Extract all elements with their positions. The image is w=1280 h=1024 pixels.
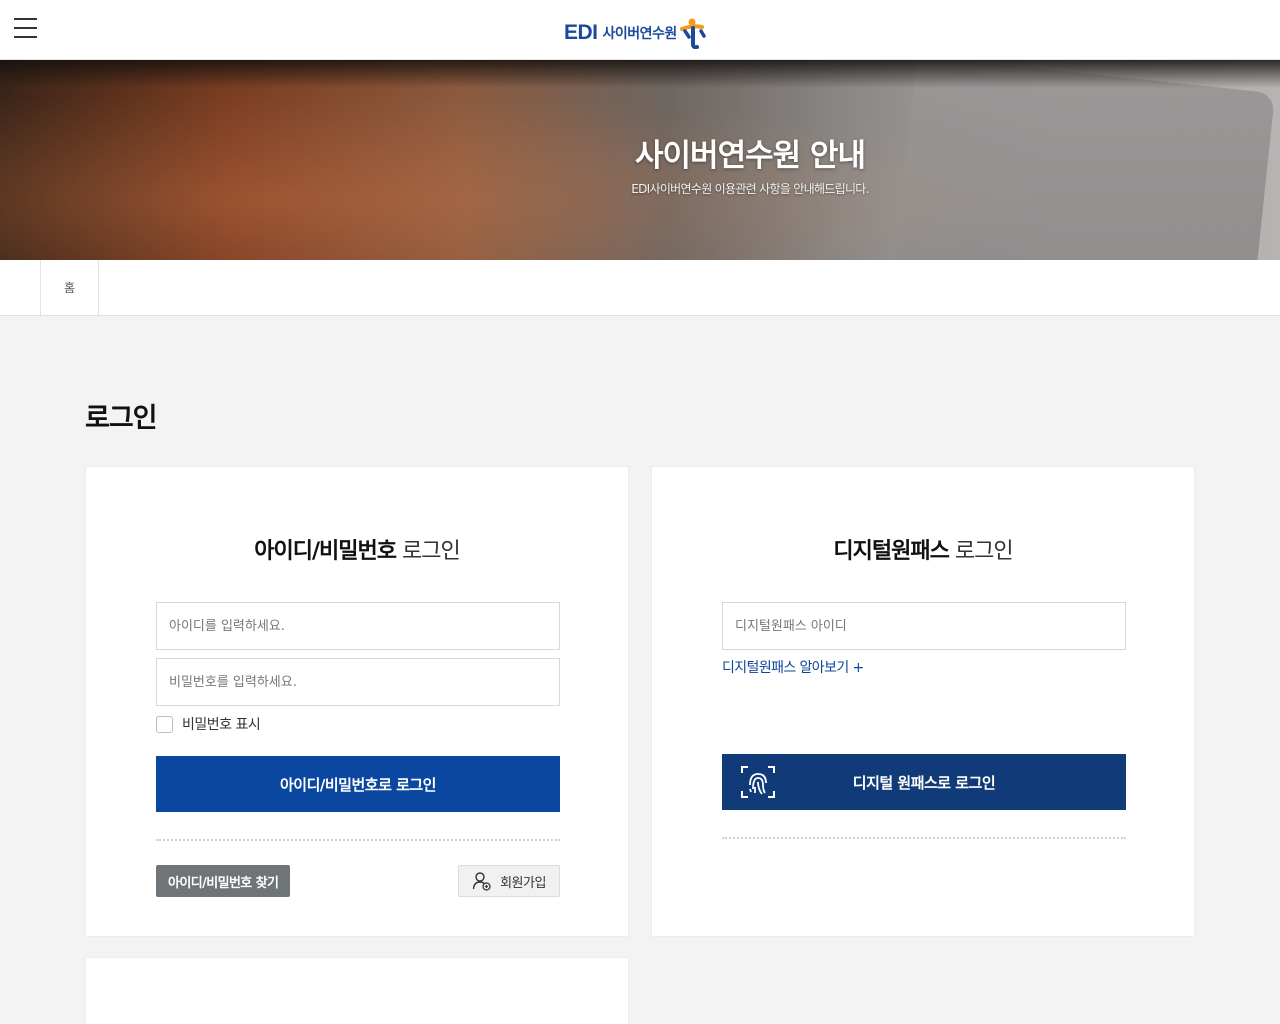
join-button[interactable]: 회원가입	[458, 865, 560, 897]
id-login-button[interactable]: 아이디/비밀번호로 로그인	[156, 756, 560, 812]
hero-banner: 사이버연수원 안내 EDI사이버연수원 이용관련 사항을 안내해드립니다.	[0, 60, 1280, 260]
onepass-title-light: 로그인	[948, 539, 1014, 564]
onepass-login-card: 디지털원패스 로그인 디지털원패스 알아보기 + 디지털 원패스로 로그인	[651, 466, 1195, 937]
onepass-login-button[interactable]: 디지털 원패스로 로그인	[722, 754, 1126, 810]
breadcrumb-home[interactable]: 홈	[40, 260, 99, 315]
site-logo[interactable]: EDI 사이버연수원	[564, 16, 708, 50]
divider	[156, 839, 560, 841]
page-title: 로그인	[85, 403, 158, 434]
banner-photo-keyboard	[0, 60, 1280, 88]
id-login-title: 아이디/비밀번호 로그인	[86, 533, 628, 565]
banner-subtitle: EDI사이버연수원 이용관련 사항을 안내해드립니다.	[631, 182, 869, 196]
id-input[interactable]	[156, 602, 560, 650]
onepass-login-button-label: 디지털 원패스로 로그인	[852, 773, 996, 792]
join-button-label: 회원가입	[500, 875, 546, 891]
id-login-title-bold: 아이디/비밀번호	[254, 539, 397, 564]
show-password-label[interactable]: 비밀번호 표시	[182, 714, 261, 734]
show-password-checkbox[interactable]	[156, 715, 173, 733]
fingerprint-icon	[741, 766, 775, 798]
onepass-id-input[interactable]	[722, 602, 1126, 650]
hamburger-icon[interactable]	[14, 18, 38, 40]
logo-mark-icon	[679, 18, 706, 49]
banner-title: 사이버연수원 안내	[635, 138, 866, 174]
bottom-card	[85, 957, 629, 1024]
password-input[interactable]	[156, 658, 560, 706]
onepass-login-title: 디지털원패스 로그인	[652, 533, 1194, 565]
id-login-title-light: 로그인	[396, 539, 461, 564]
show-password-row: 비밀번호 표시	[156, 714, 261, 734]
logo-text: 사이버연수원	[602, 26, 678, 42]
user-add-icon	[472, 872, 491, 891]
onepass-divider	[722, 837, 1126, 839]
id-login-card: 아이디/비밀번호 로그인 비밀번호 표시 아이디/비밀번호로 로그인 아이디/비…	[85, 466, 629, 937]
onepass-learn-more-link[interactable]: 디지털원패스 알아보기 +	[722, 657, 864, 677]
find-id-password-button[interactable]: 아이디/비밀번호 찾기	[156, 865, 291, 897]
breadcrumb: 홈	[0, 260, 1280, 316]
logo-prefix: EDI	[564, 21, 598, 44]
top-header: EDI 사이버연수원	[0, 0, 1280, 60]
onepass-title-bold: 디지털원패스	[833, 539, 949, 564]
